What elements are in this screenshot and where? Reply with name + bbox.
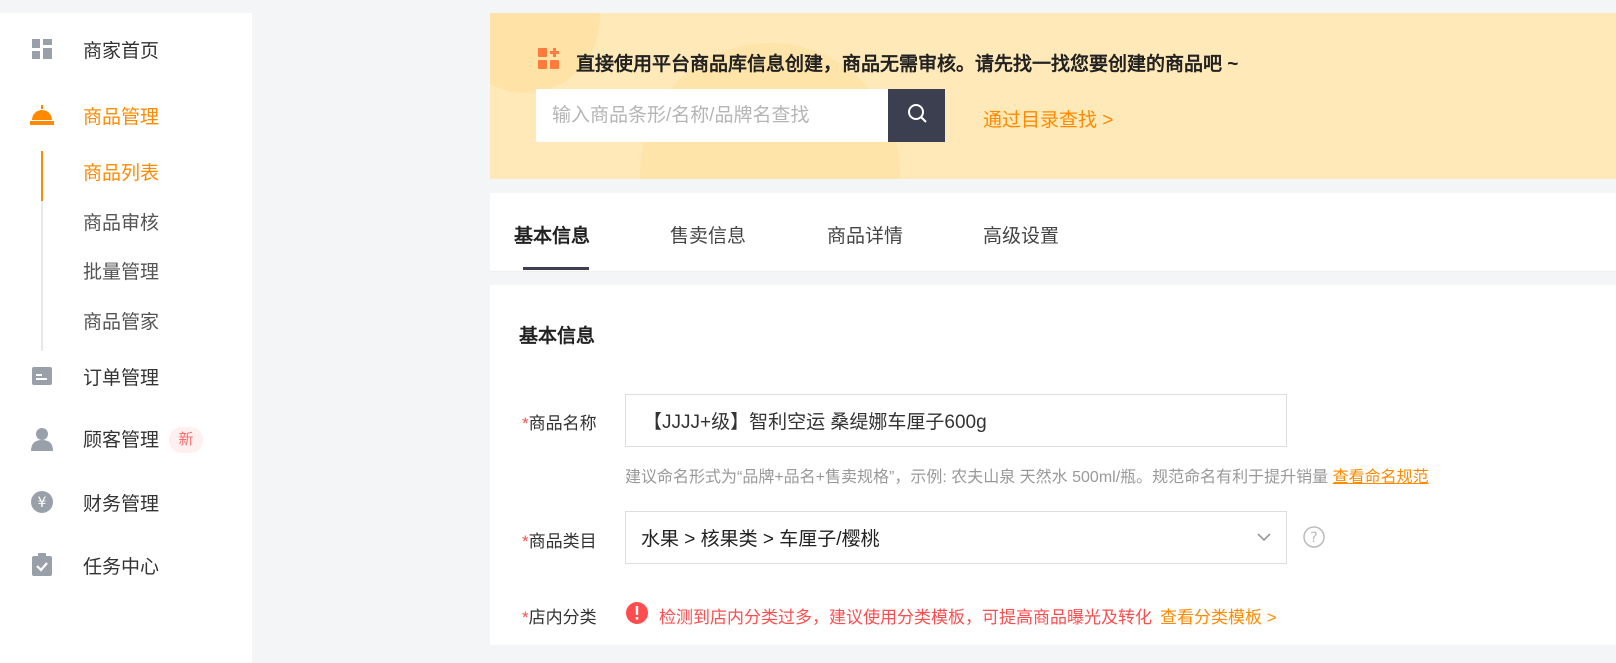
- basic-info-panel: 基本信息 *商品名称 建议命名形式为“品牌+品名+售卖规格”，示例: 农夫山泉 …: [490, 285, 1616, 645]
- form-tabs: 基本信息 售卖信息 商品详情 高级设置: [490, 193, 1616, 272]
- product-category-label-text: 商品类目: [528, 532, 597, 551]
- sidebar-subitem-product-steward[interactable]: 商品管家: [83, 307, 159, 334]
- sidebar-item-home[interactable]: 商家首页: [0, 29, 252, 69]
- product-name-label: *商品名称: [522, 409, 597, 434]
- category-value: 水果 > 核果类 > 车厘子/樱桃: [641, 529, 880, 550]
- chevron-down-icon: [1257, 529, 1271, 547]
- naming-rules-link[interactable]: 查看命名规范: [1333, 469, 1429, 486]
- error-icon: [625, 601, 649, 630]
- product-name-input[interactable]: [625, 394, 1287, 447]
- banner-title-text: 直接使用平台商品库信息创建，商品无需审核。请先找一找您要创建的商品吧 ~: [576, 53, 1239, 75]
- search-input[interactable]: [536, 89, 888, 142]
- product-category-select[interactable]: 水果 > 核果类 > 车厘子/樱桃: [625, 511, 1287, 564]
- order-icon: [30, 364, 54, 388]
- dashboard-icon: [30, 37, 54, 61]
- help-icon[interactable]: ?: [1302, 525, 1326, 554]
- product-name-hint: 建议命名形式为“品牌+品名+售卖规格”，示例: 农夫山泉 天然水 500ml/瓶…: [625, 463, 1429, 487]
- tab-active-indicator: [523, 267, 589, 270]
- product-icon: [30, 103, 54, 127]
- task-icon: [30, 553, 54, 577]
- shop-category-label: *店内分类: [522, 603, 597, 628]
- required-mark: *: [522, 608, 529, 627]
- catalog-search-link[interactable]: 通过目录查找 >: [983, 105, 1113, 132]
- required-mark: *: [522, 414, 529, 433]
- new-badge: 新: [169, 427, 204, 454]
- sidebar-item-orders[interactable]: 订单管理: [0, 356, 252, 396]
- tab-basic-info[interactable]: 基本信息: [514, 221, 590, 248]
- sidebar-item-label: 订单管理: [83, 367, 160, 389]
- search-banner: 直接使用平台商品库信息创建，商品无需审核。请先找一找您要创建的商品吧 ~ 通过目…: [490, 13, 1616, 179]
- shop-category-label-text: 店内分类: [528, 608, 597, 627]
- sidebar-item-label: 商品管理: [83, 106, 160, 128]
- submenu-active-indicator: [41, 151, 43, 201]
- sidebar-item-tasks[interactable]: 任务中心: [0, 545, 252, 585]
- warning-text: 检测到店内分类过多，建议使用分类模板，可提高商品曝光及转化: [659, 608, 1152, 627]
- sidebar-subitem-product-list[interactable]: 商品列表: [83, 158, 159, 185]
- product-name-label-text: 商品名称: [528, 414, 597, 433]
- sidebar: 商家首页 商品管理 商品列表 商品审核 批量管理 商品管家 订单管理 顾客管理新…: [0, 13, 252, 663]
- sidebar-subitem-product-review[interactable]: 商品审核: [83, 208, 159, 235]
- sidebar-item-label: 顾客管理新: [83, 425, 204, 454]
- product-category-label: *商品类目: [522, 527, 597, 552]
- hint-text: 建议命名形式为“品牌+品名+售卖规格”，示例: 农夫山泉 天然水 500ml/瓶…: [625, 469, 1329, 486]
- sidebar-item-text: 顾客管理: [83, 429, 160, 451]
- svg-text:?: ?: [1310, 530, 1317, 546]
- section-title: 基本信息: [519, 326, 596, 347]
- required-mark: *: [522, 532, 529, 551]
- shop-category-warning: 检测到店内分类过多，建议使用分类模板，可提高商品曝光及转化 查看分类模板 >: [625, 601, 1277, 630]
- search-icon: [906, 102, 928, 129]
- sidebar-item-products[interactable]: 商品管理: [0, 95, 252, 135]
- tab-sale-info[interactable]: 售卖信息: [670, 221, 746, 248]
- sidebar-item-label: 财务管理: [83, 493, 160, 515]
- tab-product-detail[interactable]: 商品详情: [827, 221, 903, 248]
- svg-text:¥: ¥: [38, 495, 47, 511]
- finance-icon: ¥: [30, 490, 54, 514]
- tab-advanced-settings[interactable]: 高级设置: [983, 221, 1059, 248]
- category-template-link[interactable]: 查看分类模板 >: [1160, 603, 1277, 628]
- sidebar-item-label: 任务中心: [83, 556, 160, 578]
- sidebar-item-label: 商家首页: [83, 40, 160, 62]
- banner-title: 直接使用平台商品库信息创建，商品无需审核。请先找一找您要创建的商品吧 ~: [538, 48, 1238, 76]
- search-button[interactable]: [888, 89, 945, 142]
- sidebar-item-finance[interactable]: ¥ 财务管理: [0, 482, 252, 522]
- sidebar-subitem-batch-manage[interactable]: 批量管理: [83, 257, 159, 284]
- sidebar-item-customers[interactable]: 顾客管理新: [0, 419, 252, 459]
- grid-plus-icon: [538, 48, 560, 76]
- customer-icon: [30, 427, 54, 451]
